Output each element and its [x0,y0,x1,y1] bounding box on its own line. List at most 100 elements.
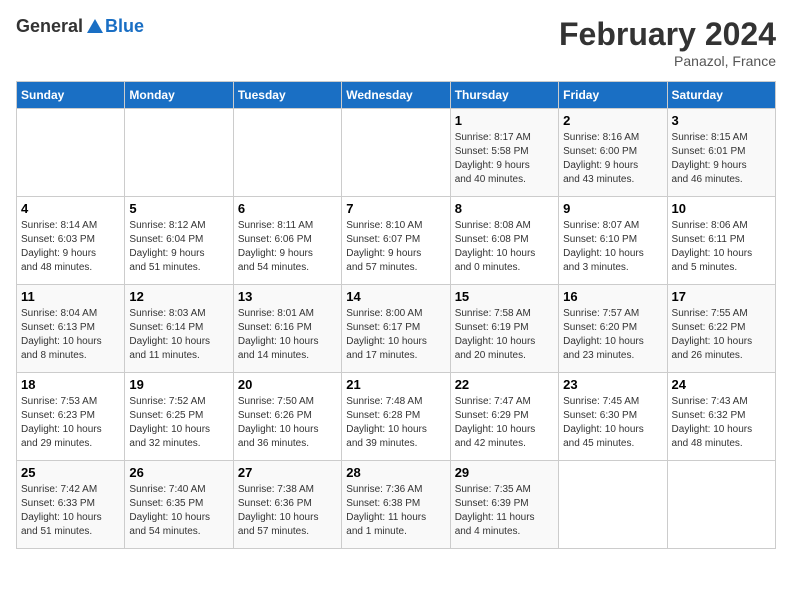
day-number: 18 [21,377,120,392]
day-number: 10 [672,201,771,216]
day-number: 16 [563,289,662,304]
day-number: 6 [238,201,337,216]
day-number: 9 [563,201,662,216]
day-info: Sunrise: 7:42 AMSunset: 6:33 PMDaylight:… [21,483,120,539]
day-number: 8 [455,201,554,216]
day-number: 14 [346,289,445,304]
logo: General Blue [16,16,144,37]
day-info: Sunrise: 7:45 AMSunset: 6:30 PMDaylight:… [563,395,662,451]
calendar-cell: 27 Sunrise: 7:38 AMSunset: 6:36 PMDayligh… [233,461,341,549]
calendar-cell: 22 Sunrise: 7:47 AMSunset: 6:29 PMDayligh… [450,373,558,461]
day-info: Sunrise: 7:57 AMSunset: 6:20 PMDaylight:… [563,307,662,363]
day-number: 25 [21,465,120,480]
day-info: Sunrise: 7:35 AMSunset: 6:39 PMDaylight:… [455,483,554,539]
day-number: 7 [346,201,445,216]
calendar-cell: 16 Sunrise: 7:57 AMSunset: 6:20 PMDayligh… [559,285,667,373]
day-number: 11 [21,289,120,304]
calendar-cell: 24 Sunrise: 7:43 AMSunset: 6:32 PMDayligh… [667,373,775,461]
day-info: Sunrise: 7:47 AMSunset: 6:29 PMDaylight:… [455,395,554,451]
week-row-3: 11 Sunrise: 8:04 AMSunset: 6:13 PMDayligh… [17,285,776,373]
calendar-cell: 29Sunrise: 7:35 AMSunset: 6:39 PMDayligh… [450,461,558,549]
week-row-5: 25 Sunrise: 7:42 AMSunset: 6:33 PMDayligh… [17,461,776,549]
title-block: February 2024 Panazol, France [559,16,776,69]
day-number: 22 [455,377,554,392]
calendar-cell: 7Sunrise: 8:10 AMSunset: 6:07 PMDaylight… [342,197,450,285]
calendar-cell: 1Sunrise: 8:17 AMSunset: 5:58 PMDaylight… [450,109,558,197]
day-info: Sunrise: 8:03 AMSunset: 6:14 PMDaylight:… [129,307,228,363]
col-header-thursday: Thursday [450,82,558,109]
calendar-cell: 19Sunrise: 7:52 AMSunset: 6:25 PMDayligh… [125,373,233,461]
calendar-cell: 5 Sunrise: 8:12 AMSunset: 6:04 PMDaylight… [125,197,233,285]
header-row: SundayMondayTuesdayWednesdayThursdayFrid… [17,82,776,109]
day-info: Sunrise: 8:07 AMSunset: 6:10 PMDaylight:… [563,219,662,275]
day-number: 21 [346,377,445,392]
calendar-cell: 12 Sunrise: 8:03 AMSunset: 6:14 PMDayligh… [125,285,233,373]
day-info: Sunrise: 8:06 AMSunset: 6:11 PMDaylight:… [672,219,771,275]
col-header-wednesday: Wednesday [342,82,450,109]
day-number: 17 [672,289,771,304]
calendar-cell: 9 Sunrise: 8:07 AMSunset: 6:10 PMDaylight… [559,197,667,285]
calendar-cell: 3 Sunrise: 8:15 AMSunset: 6:01 PMDaylight… [667,109,775,197]
calendar-cell [342,109,450,197]
week-row-2: 4Sunrise: 8:14 AMSunset: 6:03 PMDaylight… [17,197,776,285]
calendar-cell: 18 Sunrise: 7:53 AMSunset: 6:23 PMDayligh… [17,373,125,461]
day-number: 4 [21,201,120,216]
calendar-cell: 17 Sunrise: 7:55 AMSunset: 6:22 PMDayligh… [667,285,775,373]
day-info: Sunrise: 8:04 AMSunset: 6:13 PMDaylight:… [21,307,120,363]
col-header-friday: Friday [559,82,667,109]
calendar-cell: 6 Sunrise: 8:11 AMSunset: 6:06 PMDaylight… [233,197,341,285]
week-row-4: 18 Sunrise: 7:53 AMSunset: 6:23 PMDayligh… [17,373,776,461]
logo-icon [85,17,105,37]
logo-blue: Blue [105,16,144,37]
day-info: Sunrise: 8:16 AMSunset: 6:00 PMDaylight:… [563,131,662,187]
day-info: Sunrise: 7:55 AMSunset: 6:22 PMDaylight:… [672,307,771,363]
col-header-tuesday: Tuesday [233,82,341,109]
calendar-cell: 28 Sunrise: 7:36 AMSunset: 6:38 PMDayligh… [342,461,450,549]
day-info: Sunrise: 8:15 AMSunset: 6:01 PMDaylight:… [672,131,771,187]
page-header: General Blue February 2024 Panazol, Fran… [16,16,776,69]
day-info: Sunrise: 7:53 AMSunset: 6:23 PMDaylight:… [21,395,120,451]
calendar-cell: 15 Sunrise: 7:58 AMSunset: 6:19 PMDayligh… [450,285,558,373]
day-number: 15 [455,289,554,304]
day-info: Sunrise: 7:38 AMSunset: 6:36 PMDaylight:… [238,483,337,539]
calendar-cell: 10 Sunrise: 8:06 AMSunset: 6:11 PMDayligh… [667,197,775,285]
col-header-sunday: Sunday [17,82,125,109]
day-number: 3 [672,113,771,128]
day-number: 26 [129,465,228,480]
calendar-cell: 8 Sunrise: 8:08 AMSunset: 6:08 PMDaylight… [450,197,558,285]
day-info: Sunrise: 7:36 AMSunset: 6:38 PMDaylight:… [346,483,445,539]
day-number: 2 [563,113,662,128]
day-info: Sunrise: 7:48 AMSunset: 6:28 PMDaylight:… [346,395,445,451]
logo-general: General [16,16,83,37]
calendar-cell [667,461,775,549]
day-info: Sunrise: 7:43 AMSunset: 6:32 PMDaylight:… [672,395,771,451]
day-info: Sunrise: 8:08 AMSunset: 6:08 PMDaylight:… [455,219,554,275]
day-number: 24 [672,377,771,392]
day-number: 12 [129,289,228,304]
calendar-cell: 26 Sunrise: 7:40 AMSunset: 6:35 PMDayligh… [125,461,233,549]
day-info: Sunrise: 8:17 AMSunset: 5:58 PMDaylight:… [455,131,554,187]
calendar-cell: 23Sunrise: 7:45 AMSunset: 6:30 PMDayligh… [559,373,667,461]
day-info: Sunrise: 7:40 AMSunset: 6:35 PMDaylight:… [129,483,228,539]
location: Panazol, France [559,53,776,69]
day-number: 28 [346,465,445,480]
day-number: 27 [238,465,337,480]
calendar-cell: 14Sunrise: 8:00 AMSunset: 6:17 PMDayligh… [342,285,450,373]
calendar-cell [17,109,125,197]
day-info: Sunrise: 7:50 AMSunset: 6:26 PMDaylight:… [238,395,337,451]
col-header-saturday: Saturday [667,82,775,109]
day-number: 13 [238,289,337,304]
calendar-table: SundayMondayTuesdayWednesdayThursdayFrid… [16,81,776,549]
calendar-cell: 20 Sunrise: 7:50 AMSunset: 6:26 PMDayligh… [233,373,341,461]
day-number: 20 [238,377,337,392]
day-number: 19 [129,377,228,392]
calendar-cell [233,109,341,197]
day-info: Sunrise: 8:11 AMSunset: 6:06 PMDaylight:… [238,219,337,275]
calendar-cell: 21 Sunrise: 7:48 AMSunset: 6:28 PMDayligh… [342,373,450,461]
day-info: Sunrise: 8:12 AMSunset: 6:04 PMDaylight:… [129,219,228,275]
day-info: Sunrise: 7:58 AMSunset: 6:19 PMDaylight:… [455,307,554,363]
calendar-cell [125,109,233,197]
calendar-cell: 2 Sunrise: 8:16 AMSunset: 6:00 PMDaylight… [559,109,667,197]
day-number: 5 [129,201,228,216]
calendar-cell: 11 Sunrise: 8:04 AMSunset: 6:13 PMDayligh… [17,285,125,373]
